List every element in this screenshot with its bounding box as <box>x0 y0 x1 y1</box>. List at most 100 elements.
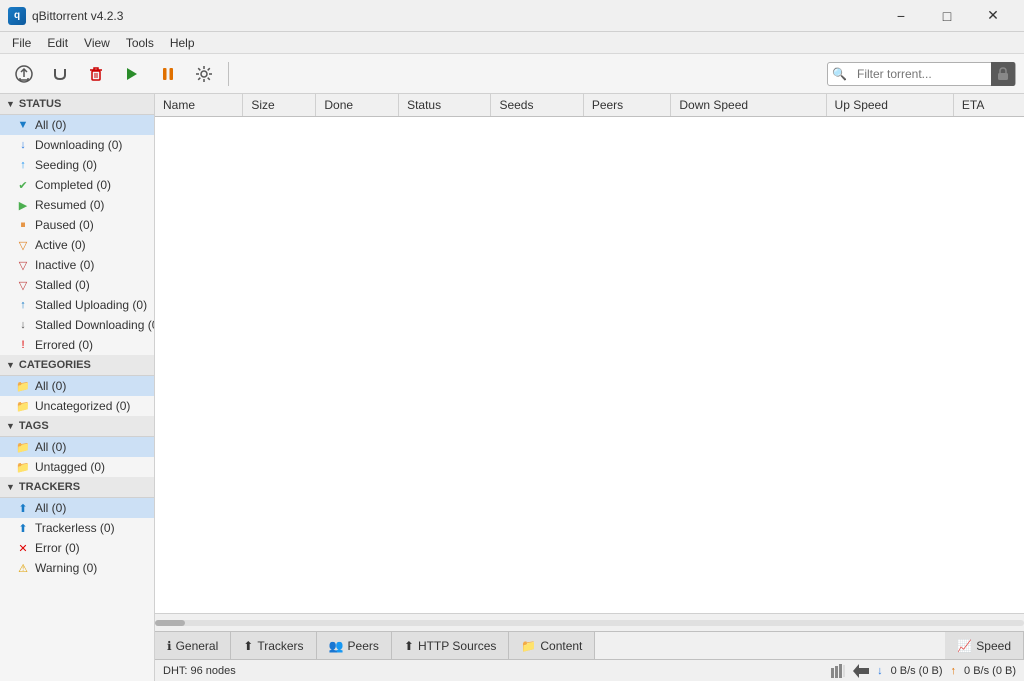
col-size[interactable]: Size <box>243 94 316 117</box>
chevron-icon: ▼ <box>6 482 15 492</box>
sidebar-icon-1: 📁 <box>16 399 30 413</box>
sidebar-label-11: Errored (0) <box>35 338 93 352</box>
window-controls: − □ ✕ <box>878 0 1016 32</box>
sidebar-item-1[interactable]: ↓ Downloading (0) <box>0 135 154 155</box>
sidebar-item-11[interactable]: !Errored (0) <box>0 335 154 355</box>
sidebar-icon-8: ▽ <box>16 278 30 292</box>
col-seeds[interactable]: Seeds <box>491 94 583 117</box>
status-section-header[interactable]: ▼ STATUS <box>0 94 154 115</box>
sidebar-label-4: Resumed (0) <box>35 198 104 212</box>
sidebar-icon-2: ✕ <box>16 541 30 555</box>
sidebar-item-0[interactable]: 📁All (0) <box>0 437 154 457</box>
sidebar-item-2[interactable]: ↑Seeding (0) <box>0 155 154 175</box>
sidebar-label-10: Stalled Downloading (0) <box>35 318 155 332</box>
sidebar-item-1[interactable]: 📁Untagged (0) <box>0 457 154 477</box>
tab-peers[interactable]: 👥Peers <box>317 632 392 660</box>
sidebar-item-5[interactable]: ⏸ Paused (0) <box>0 215 154 235</box>
sidebar-item-8[interactable]: ▽ Stalled (0) <box>0 275 154 295</box>
network-icon <box>831 664 845 678</box>
tab-http-sources[interactable]: ⬆HTTP Sources <box>392 632 510 660</box>
menu-item-view[interactable]: View <box>76 34 118 52</box>
transfer-icon <box>853 664 869 678</box>
chevron-icon: ▼ <box>6 421 15 431</box>
tab-speed[interactable]: 📈Speed <box>945 632 1024 660</box>
bottom-tabs: ℹGeneral⬆Trackers👥Peers⬆HTTP Sources📁Con… <box>155 631 1024 659</box>
menu-item-edit[interactable]: Edit <box>39 34 76 52</box>
menu-item-help[interactable]: Help <box>162 34 203 52</box>
sidebar-item-10[interactable]: ↓Stalled Downloading (0) <box>0 315 154 335</box>
close-button[interactable]: ✕ <box>970 0 1016 32</box>
sidebar-item-9[interactable]: ↑ Stalled Uploading (0) <box>0 295 154 315</box>
sidebar-item-0[interactable]: 📁All (0) <box>0 376 154 396</box>
sidebar-label-0: All (0) <box>35 501 66 515</box>
chevron-icon: ▼ <box>6 360 15 370</box>
trackers-section-header[interactable]: ▼ TRACKERS <box>0 477 154 498</box>
sidebar-label-7: Inactive (0) <box>35 258 94 272</box>
sidebar-item-0[interactable]: ▼All (0) <box>0 115 154 135</box>
sidebar-item-6[interactable]: ▽Active (0) <box>0 235 154 255</box>
lock-button[interactable] <box>991 62 1015 86</box>
sidebar-icon-1: ↓ <box>16 138 30 152</box>
down-arrow-icon: ↓ <box>877 665 883 677</box>
filter-input[interactable] <box>851 67 991 81</box>
tab-content[interactable]: 📁Content <box>509 632 595 660</box>
trackers-items: ⬆ All (0) ⬆Trackerless (0)✕Error (0)⚠Warni… <box>0 498 154 578</box>
sidebar-item-4[interactable]: ▶Resumed (0) <box>0 195 154 215</box>
tab-general[interactable]: ℹGeneral <box>155 632 231 660</box>
filter-box[interactable]: 🔍 <box>827 62 1016 86</box>
sidebar-icon-5: ⏸ <box>16 218 30 232</box>
col-name[interactable]: Name <box>155 94 243 117</box>
col-down-speed[interactable]: Down Speed <box>671 94 826 117</box>
minimize-button[interactable]: − <box>878 0 924 32</box>
sidebar-label-9: Stalled Uploading (0) <box>35 298 147 312</box>
maximize-button[interactable]: □ <box>924 0 970 32</box>
tab-trackers[interactable]: ⬆Trackers <box>231 632 316 660</box>
sidebar-label-0: All (0) <box>35 440 66 454</box>
pause-button[interactable] <box>152 59 184 89</box>
delete-button[interactable] <box>80 59 112 89</box>
sidebar-label-5: Paused (0) <box>35 218 94 232</box>
categories-section-header[interactable]: ▼ CATEGORIES <box>0 355 154 376</box>
sidebar-label-1: Downloading (0) <box>35 138 122 152</box>
sidebar-icon-0: ⬆ <box>16 501 30 515</box>
sidebar-label-8: Stalled (0) <box>35 278 90 292</box>
add-magnet-button[interactable] <box>44 59 76 89</box>
tab-label-5: Speed <box>976 639 1011 653</box>
sidebar-item-3[interactable]: ⚠Warning (0) <box>0 558 154 578</box>
col-eta[interactable]: ETA <box>953 94 1024 117</box>
tab-label-3: HTTP Sources <box>418 639 496 653</box>
menubar: FileEditViewToolsHelp <box>0 32 1024 54</box>
tags-section-header[interactable]: ▼ TAGS <box>0 416 154 437</box>
chevron-icon: ▼ <box>6 99 15 109</box>
sidebar-icon-3: ⚠ <box>16 561 30 575</box>
col-peers[interactable]: Peers <box>583 94 671 117</box>
sidebar-item-2[interactable]: ✕Error (0) <box>0 538 154 558</box>
sidebar-icon-9: ↑ <box>16 298 30 312</box>
general-icon: ℹ <box>167 639 172 653</box>
resume-button[interactable] <box>116 59 148 89</box>
horizontal-scrollbar[interactable] <box>155 613 1024 631</box>
sidebar: ▼ STATUS ▼All (0)↓Downloading (0)↑Seedin… <box>0 94 155 681</box>
dht-status: DHT: 96 nodes <box>163 665 236 677</box>
menu-item-tools[interactable]: Tools <box>118 34 162 52</box>
sidebar-item-0[interactable]: ⬆ All (0) <box>0 498 154 518</box>
sidebar-item-1[interactable]: ⬆Trackerless (0) <box>0 518 154 538</box>
torrent-list: NameSizeDoneStatusSeedsPeersDown SpeedUp… <box>155 94 1024 117</box>
tab-label-2: Peers <box>348 639 379 653</box>
torrent-table[interactable]: NameSizeDoneStatusSeedsPeersDown SpeedUp… <box>155 94 1024 613</box>
sidebar-label-1: Uncategorized (0) <box>35 399 130 413</box>
options-button[interactable] <box>188 59 220 89</box>
col-up-speed[interactable]: Up Speed <box>826 94 953 117</box>
down-speed: 0 B/s (0 B) <box>891 665 943 677</box>
sidebar-icon-6: ▽ <box>16 238 30 252</box>
sidebar-item-1[interactable]: 📁 Uncategorized (0) <box>0 396 154 416</box>
menu-item-file[interactable]: File <box>4 34 39 52</box>
sidebar-item-3[interactable]: ✔Completed (0) <box>0 175 154 195</box>
col-done[interactable]: Done <box>316 94 399 117</box>
col-status[interactable]: Status <box>399 94 491 117</box>
titlebar: q qBittorrent v4.2.3 − □ ✕ <box>0 0 1024 32</box>
statusbar: DHT: 96 nodes ↓ 0 B/s (0 B) ↑ 0 B/s (0 B… <box>155 659 1024 681</box>
add-torrent-button[interactable] <box>8 59 40 89</box>
sidebar-item-7[interactable]: ▽Inactive (0) <box>0 255 154 275</box>
categories-section-label: CATEGORIES <box>19 359 91 371</box>
